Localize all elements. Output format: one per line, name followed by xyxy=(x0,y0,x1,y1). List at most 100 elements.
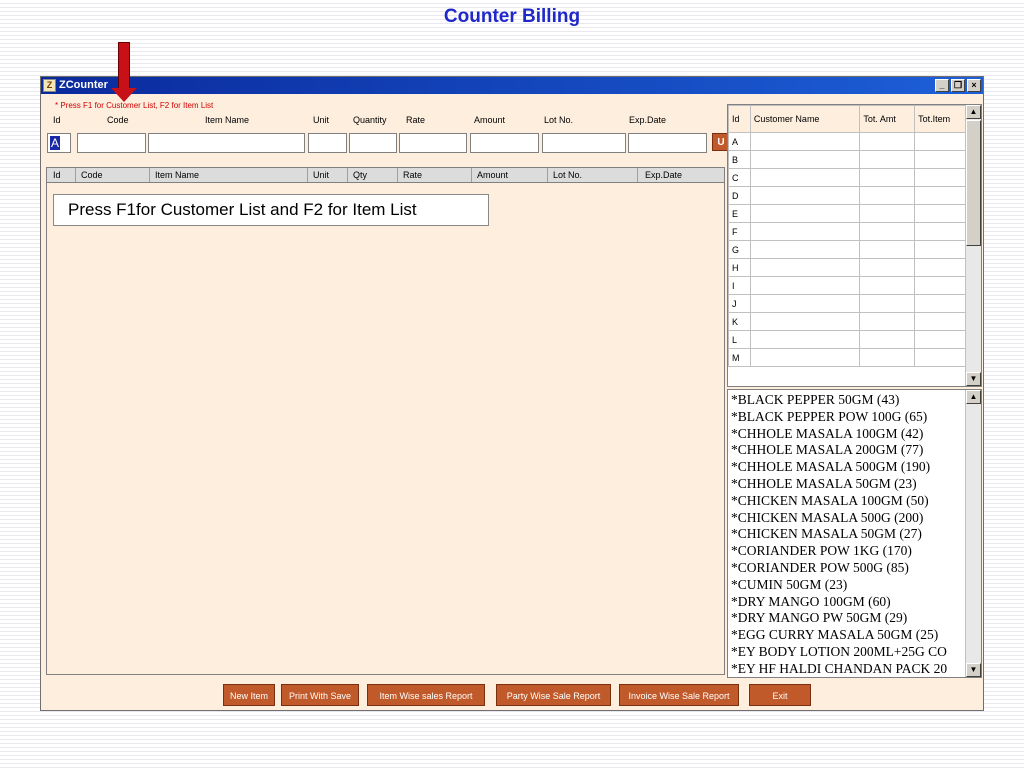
customer-row-tot-item[interactable] xyxy=(914,276,966,295)
customer-row-tot-amt[interactable] xyxy=(859,276,916,295)
customer-row[interactable]: C xyxy=(728,168,966,187)
customer-row-name[interactable] xyxy=(749,222,861,241)
amount-input[interactable] xyxy=(470,133,539,153)
customer-row-tot-item[interactable] xyxy=(914,294,966,313)
item-list-entry[interactable]: *CORIANDER POW 500G (85) xyxy=(731,560,963,577)
customer-row-tot-item[interactable] xyxy=(914,186,966,205)
customer-row-tot-amt[interactable] xyxy=(859,312,916,331)
customer-row[interactable]: M xyxy=(728,348,966,367)
customer-row[interactable]: K xyxy=(728,312,966,331)
item-list-entry[interactable]: *CHHOLE MASALA 500GM (190) xyxy=(731,459,963,476)
lot-no-input[interactable] xyxy=(542,133,626,153)
customer-row-tot-item[interactable] xyxy=(914,240,966,259)
customer-row-name[interactable] xyxy=(749,132,861,151)
item-list-entry[interactable]: *DRY MANGO 100GM (60) xyxy=(731,594,963,611)
minimize-button[interactable]: _ xyxy=(935,79,949,92)
customer-row-name[interactable] xyxy=(749,312,861,331)
customer-row[interactable]: I xyxy=(728,276,966,295)
print-with-save-button[interactable]: Print With Save xyxy=(281,684,359,706)
customer-row-tot-amt[interactable] xyxy=(859,168,916,187)
customer-row[interactable]: L xyxy=(728,330,966,349)
new-item-button[interactable]: New Item xyxy=(223,684,275,706)
rate-input[interactable] xyxy=(399,133,467,153)
customer-row-name[interactable] xyxy=(749,330,861,349)
customer-row-tot-amt[interactable] xyxy=(859,222,916,241)
item-list-entry[interactable]: *DRY MANGO PW 50GM (29) xyxy=(731,610,963,627)
exit-button[interactable]: Exit xyxy=(749,684,811,706)
item-list-entry[interactable]: *CHICKEN MASALA 100GM (50) xyxy=(731,493,963,510)
window-titlebar[interactable]: Z ZCounter _ ❐ × xyxy=(41,77,983,94)
customer-row[interactable]: H xyxy=(728,258,966,277)
item-list-entry[interactable]: *CHICKEN MASALA 50GM (27) xyxy=(731,526,963,543)
customer-row[interactable]: F xyxy=(728,222,966,241)
customer-row-tot-item[interactable] xyxy=(914,258,966,277)
item-name-input[interactable] xyxy=(148,133,305,153)
instruction-callout: Press F1for Customer List and F2 for Ite… xyxy=(53,194,489,226)
customer-row-name[interactable] xyxy=(749,240,861,259)
customer-row-tot-amt[interactable] xyxy=(859,330,916,349)
customer-row-tot-amt[interactable] xyxy=(859,132,916,151)
customer-row-tot-item[interactable] xyxy=(914,168,966,187)
customer-row-tot-item[interactable] xyxy=(914,150,966,169)
customer-row-tot-item[interactable] xyxy=(914,222,966,241)
red-arrow-head xyxy=(111,88,137,102)
customer-row-name[interactable] xyxy=(749,258,861,277)
party-wise-sale-report-button[interactable]: Party Wise Sale Report xyxy=(496,684,611,706)
close-button[interactable]: × xyxy=(967,79,981,92)
customer-row-tot-item[interactable] xyxy=(914,312,966,331)
scroll-thumb[interactable] xyxy=(966,120,981,246)
customer-row[interactable]: J xyxy=(728,294,966,313)
customer-row[interactable]: D xyxy=(728,186,966,205)
item-list-entry[interactable]: *CHHOLE MASALA 200GM (77) xyxy=(731,442,963,459)
customer-row-tot-item[interactable] xyxy=(914,348,966,367)
customer-row-name[interactable] xyxy=(749,348,861,367)
quantity-input[interactable] xyxy=(349,133,397,153)
customer-row-tot-amt[interactable] xyxy=(859,204,916,223)
customer-row[interactable]: A xyxy=(728,132,966,151)
scroll-up-arrow-icon[interactable]: ▲ xyxy=(966,105,981,119)
id-field[interactable]: A xyxy=(47,133,71,153)
item-list-entry[interactable]: *CHHOLE MASALA 50GM (23) xyxy=(731,476,963,493)
customer-row[interactable]: E xyxy=(728,204,966,223)
item-list-entry[interactable]: *EGG CURRY MASALA 50GM (25) xyxy=(731,627,963,644)
billing-grid[interactable]: Id Code Item Name Unit Qty Rate Amount L… xyxy=(46,167,725,675)
item-list-entry[interactable]: *BLACK PEPPER 50GM (43) xyxy=(731,392,963,409)
customer-row-tot-amt[interactable] xyxy=(859,258,916,277)
unit-input[interactable] xyxy=(308,133,347,153)
customer-row-name[interactable] xyxy=(749,294,861,313)
customer-row-name[interactable] xyxy=(749,276,861,295)
customer-row[interactable]: B xyxy=(728,150,966,169)
customer-row[interactable]: G xyxy=(728,240,966,259)
customer-row-tot-amt[interactable] xyxy=(859,348,916,367)
item-list[interactable]: *BLACK PEPPER 50GM (43) *BLACK PEPPER POW… xyxy=(727,389,982,678)
item-list-scrollbar[interactable]: ▲ ▼ xyxy=(965,390,981,677)
customer-row-name[interactable] xyxy=(749,204,861,223)
customer-row-tot-amt[interactable] xyxy=(859,294,916,313)
item-list-entry[interactable]: *BLACK PEPPER POW 100G (65) xyxy=(731,409,963,426)
customer-row-name[interactable] xyxy=(749,168,861,187)
scroll-down-arrow-icon[interactable]: ▼ xyxy=(966,372,981,386)
customer-table[interactable]: Id Customer Name Tot. Amt Tot.Item ABCDE… xyxy=(727,104,982,387)
item-list-entry[interactable]: *CHICKEN MASALA 500G (200) xyxy=(731,510,963,527)
restore-button[interactable]: ❐ xyxy=(951,79,965,92)
scroll-down-arrow-icon[interactable]: ▼ xyxy=(966,663,981,677)
item-list-entry[interactable]: *CHHOLE MASALA 100GM (42) xyxy=(731,426,963,443)
item-list-entry[interactable]: *EY HF HALDI CHANDAN PACK 20 xyxy=(731,661,963,677)
customer-row-tot-item[interactable] xyxy=(914,330,966,349)
customer-row-name[interactable] xyxy=(749,186,861,205)
customer-row-tot-item[interactable] xyxy=(914,204,966,223)
exp-date-input[interactable] xyxy=(628,133,707,153)
invoice-wise-sale-report-button[interactable]: Invoice Wise Sale Report xyxy=(619,684,739,706)
item-wise-sales-report-button[interactable]: Item Wise sales Report xyxy=(367,684,485,706)
customer-row-tot-item[interactable] xyxy=(914,132,966,151)
scroll-up-arrow-icon[interactable]: ▲ xyxy=(966,390,981,404)
item-list-entry[interactable]: *EY BODY LOTION 200ML+25G CO xyxy=(731,644,963,661)
customer-row-tot-amt[interactable] xyxy=(859,186,916,205)
code-input[interactable] xyxy=(77,133,146,153)
customer-scrollbar[interactable]: ▲ ▼ xyxy=(965,105,981,386)
item-list-entry[interactable]: *CORIANDER POW 1KG (170) xyxy=(731,543,963,560)
item-list-entry[interactable]: *CUMIN 50GM (23) xyxy=(731,577,963,594)
customer-row-tot-amt[interactable] xyxy=(859,150,916,169)
customer-row-name[interactable] xyxy=(749,150,861,169)
customer-row-tot-amt[interactable] xyxy=(859,240,916,259)
